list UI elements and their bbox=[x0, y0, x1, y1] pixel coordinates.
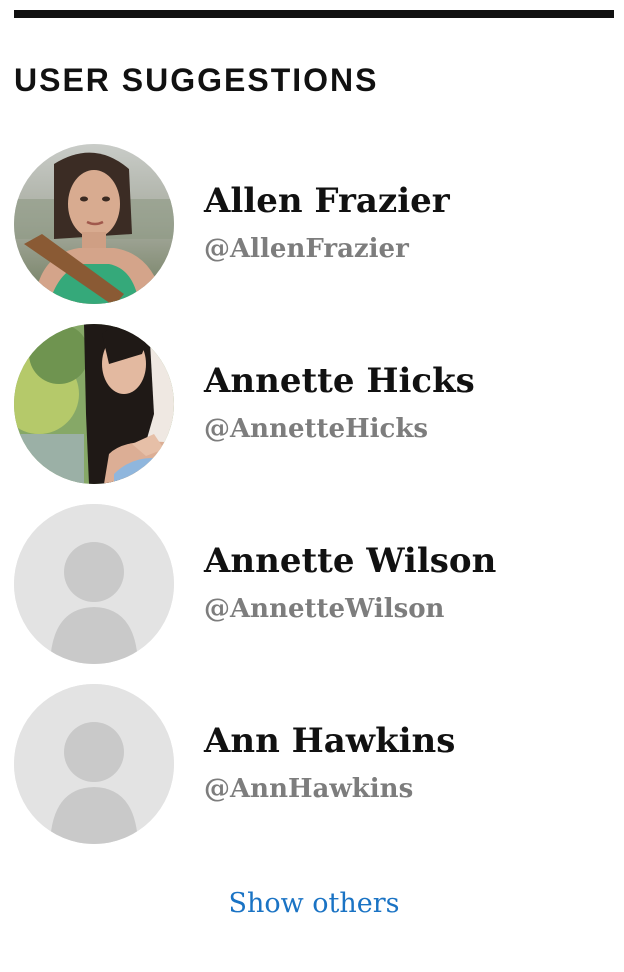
user-suggestion-item: Annette Hicks @AnnetteHicks bbox=[14, 324, 614, 484]
user-suggestion-item: Ann Hawkins @AnnHawkins bbox=[14, 684, 614, 844]
default-avatar-icon bbox=[14, 504, 174, 664]
user-suggestion-item: Allen Frazier @AllenFrazier bbox=[14, 144, 614, 304]
user-name-link[interactable]: Annette Wilson bbox=[204, 540, 496, 582]
user-photo-icon bbox=[14, 324, 174, 484]
avatar[interactable] bbox=[14, 144, 174, 304]
user-suggestion-item: Annette Wilson @AnnetteWilson bbox=[14, 504, 614, 664]
avatar[interactable] bbox=[14, 324, 174, 484]
user-handle: @AnnetteHicks bbox=[204, 414, 429, 444]
user-photo-icon bbox=[14, 144, 174, 304]
avatar[interactable] bbox=[14, 504, 174, 664]
top-divider bbox=[14, 10, 614, 18]
user-handle: @AnnHawkins bbox=[204, 774, 414, 804]
user-suggestion-list: Allen Frazier @AllenFrazier Annette Hick… bbox=[14, 144, 614, 864]
default-avatar-icon bbox=[14, 684, 174, 844]
user-handle: @AllenFrazier bbox=[204, 234, 409, 264]
user-handle: @AnnetteWilson bbox=[204, 594, 445, 624]
user-name-link[interactable]: Annette Hicks bbox=[204, 360, 475, 402]
avatar[interactable] bbox=[14, 684, 174, 844]
user-name-link[interactable]: Ann Hawkins bbox=[204, 720, 455, 762]
user-name-link[interactable]: Allen Frazier bbox=[204, 180, 450, 222]
widget-title: USER SUGGESTIONS bbox=[14, 62, 379, 98]
show-others-link[interactable]: Show others bbox=[14, 884, 614, 924]
